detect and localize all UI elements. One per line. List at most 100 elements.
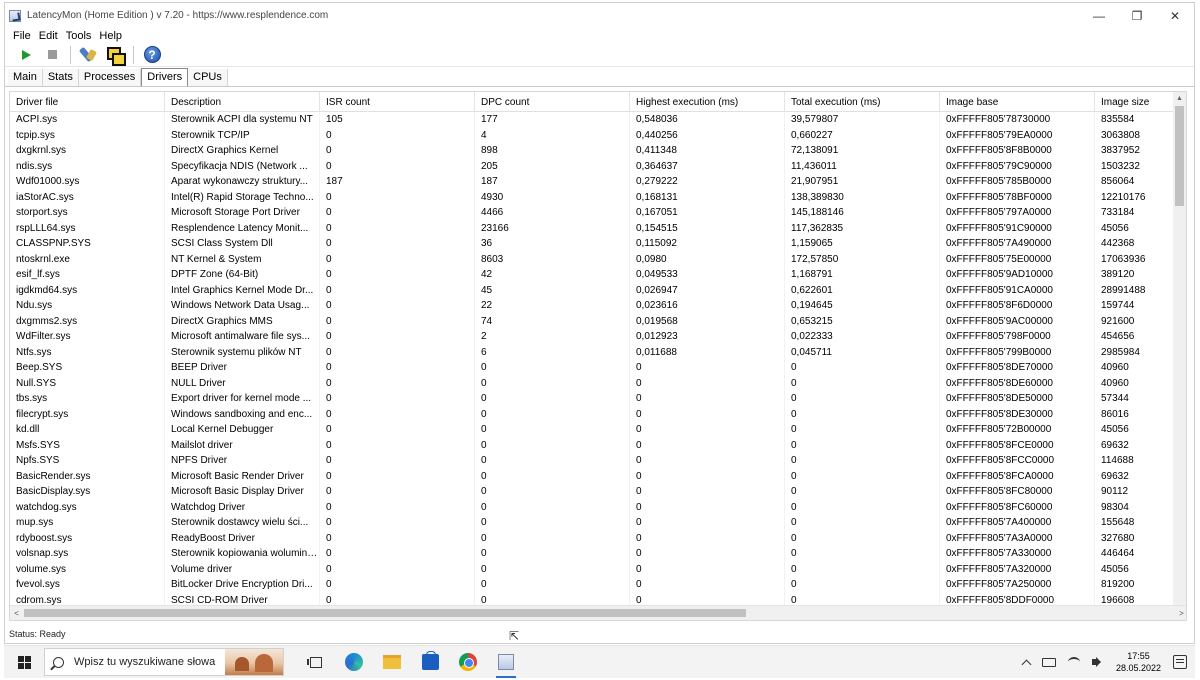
scroll-right-button[interactable]: > <box>1175 606 1186 620</box>
column-header[interactable]: Total execution (ms) <box>785 92 940 112</box>
windows-button[interactable] <box>104 45 126 66</box>
table-cell: cdrom.sys <box>10 592 165 606</box>
table-cell: 0 <box>630 360 785 376</box>
file-explorer-button[interactable] <box>380 650 404 674</box>
table-cell: 1503232 <box>1095 158 1182 174</box>
column-header[interactable]: Image base <box>940 92 1095 112</box>
pinned-apps <box>304 650 518 678</box>
table-cell: 442368 <box>1095 236 1182 252</box>
stop-monitor-button[interactable] <box>41 45 63 65</box>
help-button[interactable]: ? <box>141 45 163 65</box>
table-row[interactable]: dxgmms2.sys DirectX Graphics MMS 0 74 0,0195… <box>10 313 1182 329</box>
notifications-button[interactable] <box>1173 655 1187 669</box>
scroll-up-button[interactable]: ▲ <box>1173 92 1186 104</box>
table-row[interactable]: ntoskrnl.exe NT Kernel & System 0 8603 0,098… <box>10 251 1182 267</box>
table-row[interactable]: Npfs.SYS NPFS Driver 0 0 0 0 0xFFFFF805'8FCC00… <box>10 453 1182 469</box>
table-row[interactable]: WdFilter.sys Microsoft antimalware file s… <box>10 329 1182 345</box>
column-header[interactable]: ISR count <box>320 92 475 112</box>
start-button[interactable] <box>4 646 44 679</box>
table-row[interactable]: BasicRender.sys Microsoft Basic Render Dr… <box>10 468 1182 484</box>
vertical-scroll-thumb[interactable] <box>1175 106 1184 206</box>
table-cell: 0 <box>630 577 785 593</box>
table-cell: Wdf01000.sys <box>10 174 165 190</box>
network-button[interactable] <box>1067 657 1080 667</box>
maximize-button[interactable]: ❐ <box>1118 3 1156 28</box>
tab-processes[interactable]: Processes <box>78 69 142 86</box>
table-cell: BasicDisplay.sys <box>10 484 165 500</box>
table-row[interactable]: rspLLL64.sys Resplendence Latency Monit..… <box>10 220 1182 236</box>
table-row[interactable]: Wdf01000.sys Aparat wykonawczy struktury.… <box>10 174 1182 190</box>
table-row[interactable]: iaStorAC.sys Intel(R) Rapid Storage Techn… <box>10 189 1182 205</box>
table-row[interactable]: fvevol.sys BitLocker Drive Encryption Dri… <box>10 577 1182 593</box>
close-button[interactable]: ✕ <box>1156 3 1194 28</box>
menu-edit[interactable]: Edit <box>39 30 58 42</box>
table-row[interactable]: cdrom.sys SCSI CD-ROM Driver 0 0 0 0 0xFFFFF80… <box>10 592 1182 606</box>
tab-drivers[interactable]: Drivers <box>141 68 189 86</box>
scroll-left-button[interactable]: < <box>10 606 23 620</box>
latencymon-taskbar-button[interactable] <box>494 650 518 678</box>
table-row[interactable]: Ntfs.sys Sterownik systemu plików NT 0 6 0,0… <box>10 344 1182 360</box>
table-row[interactable]: filecrypt.sys Windows sandboxing and enc.… <box>10 406 1182 422</box>
table-row[interactable]: tbs.sys Export driver for kernel mode ...… <box>10 391 1182 407</box>
tools-button[interactable] <box>78 45 100 65</box>
table-row[interactable]: ACPI.sys Sterownik ACPI dla systemu NT 105… <box>10 112 1182 128</box>
table-row[interactable]: volsnap.sys Sterownik kopiowania woluminu… <box>10 546 1182 562</box>
chrome-button[interactable] <box>456 650 480 674</box>
tab-main[interactable]: Main <box>8 69 43 86</box>
show-hidden-icons-button[interactable] <box>1021 657 1032 669</box>
table-cell: 0xFFFFF805'8DDF0000 <box>940 592 1095 606</box>
menu-help[interactable]: Help <box>99 30 122 42</box>
column-header[interactable]: Highest execution (ms) <box>630 92 785 112</box>
edge-button[interactable] <box>342 650 366 674</box>
column-header[interactable]: Image size <box>1095 92 1182 112</box>
tab-stats[interactable]: Stats <box>42 69 79 86</box>
input-indicator[interactable] <box>1041 657 1056 667</box>
table-cell: 327680 <box>1095 530 1182 546</box>
task-view-button[interactable] <box>304 650 328 674</box>
table-row[interactable]: kd.dll Local Kernel Debugger 0 0 0 0 0xFFFFF80… <box>10 422 1182 438</box>
minimize-button[interactable]: — <box>1080 3 1118 28</box>
table-row[interactable]: ndis.sys Specyfikacja NDIS (Network ... 0 2… <box>10 158 1182 174</box>
table-row[interactable]: volume.sys Volume driver 0 0 0 0 0xFFFFF805'7A… <box>10 561 1182 577</box>
table-row[interactable]: igdkmd64.sys Intel Graphics Kernel Mode D… <box>10 282 1182 298</box>
menu-file[interactable]: File <box>13 30 31 42</box>
table-row[interactable]: BasicDisplay.sys Microsoft Basic Display … <box>10 484 1182 500</box>
taskbar-search-box[interactable]: Wpisz tu wyszukiwane słowa <box>44 648 284 676</box>
column-header[interactable]: DPC count <box>475 92 630 112</box>
table-row[interactable]: Null.SYS NULL Driver 0 0 0 0 0xFFFFF805'8DE600… <box>10 375 1182 391</box>
table-row[interactable]: Msfs.SYS Mailslot driver 0 0 0 0 0xFFFFF805'8F… <box>10 437 1182 453</box>
table-row[interactable]: Ndu.sys Windows Network Data Usag... 0 22 0,… <box>10 298 1182 314</box>
column-header[interactable]: Driver file <box>10 92 165 112</box>
clock[interactable]: 17:55 28.05.2022 <box>1116 650 1161 674</box>
table-row[interactable]: rdyboost.sys ReadyBoost Driver 0 0 0 0 0xFFFFF… <box>10 530 1182 546</box>
table-row[interactable]: watchdog.sys Watchdog Driver 0 0 0 0 0xFFFFF80… <box>10 499 1182 515</box>
table-row[interactable]: storport.sys Microsoft Storage Port Drive… <box>10 205 1182 221</box>
table-cell: 0,194645 <box>785 298 940 314</box>
table-row[interactable]: Beep.SYS BEEP Driver 0 0 0 0 0xFFFFF805'8DE700… <box>10 360 1182 376</box>
windows-icon <box>107 46 126 66</box>
table-cell: 733184 <box>1095 205 1182 221</box>
column-header[interactable]: Description <box>165 92 320 112</box>
table-cell: 4930 <box>475 189 630 205</box>
title-bar[interactable]: LatencyMon (Home Edition ) v 7.20 - http… <box>5 3 1194 28</box>
horizontal-scroll-thumb[interactable] <box>24 609 746 617</box>
table-cell: 0xFFFFF805'75E00000 <box>940 251 1095 267</box>
table-row[interactable]: CLASSPNP.SYS SCSI Class System Dll 0 36 0,11… <box>10 236 1182 252</box>
table-cell: 6 <box>475 344 630 360</box>
table-cell: 45 <box>475 282 630 298</box>
table-cell: SCSI Class System Dll <box>165 236 320 252</box>
tab-cpus[interactable]: CPUs <box>188 69 228 86</box>
table-cell: 0,548036 <box>630 112 785 128</box>
store-button[interactable] <box>418 650 442 674</box>
table-row[interactable]: esif_lf.sys DPTF Zone (64-Bit) 0 42 0,049533… <box>10 267 1182 283</box>
table-row[interactable]: dxgkrnl.sys DirectX Graphics Kernel 0 898 0,… <box>10 143 1182 159</box>
volume-button[interactable] <box>1091 657 1104 667</box>
horizontal-scrollbar[interactable]: < > <box>10 605 1186 620</box>
table-cell: NT Kernel & System <box>165 251 320 267</box>
table-cell: 0 <box>320 360 475 376</box>
table-row[interactable]: mup.sys Sterownik dostawcy wielu ści... 0 0… <box>10 515 1182 531</box>
start-monitor-button[interactable] <box>15 45 37 65</box>
vertical-scrollbar[interactable]: ▲ <box>1173 92 1186 606</box>
menu-tools[interactable]: Tools <box>66 30 92 42</box>
table-row[interactable]: tcpip.sys Sterownik TCP/IP 0 4 0,440256 0,660… <box>10 127 1182 143</box>
